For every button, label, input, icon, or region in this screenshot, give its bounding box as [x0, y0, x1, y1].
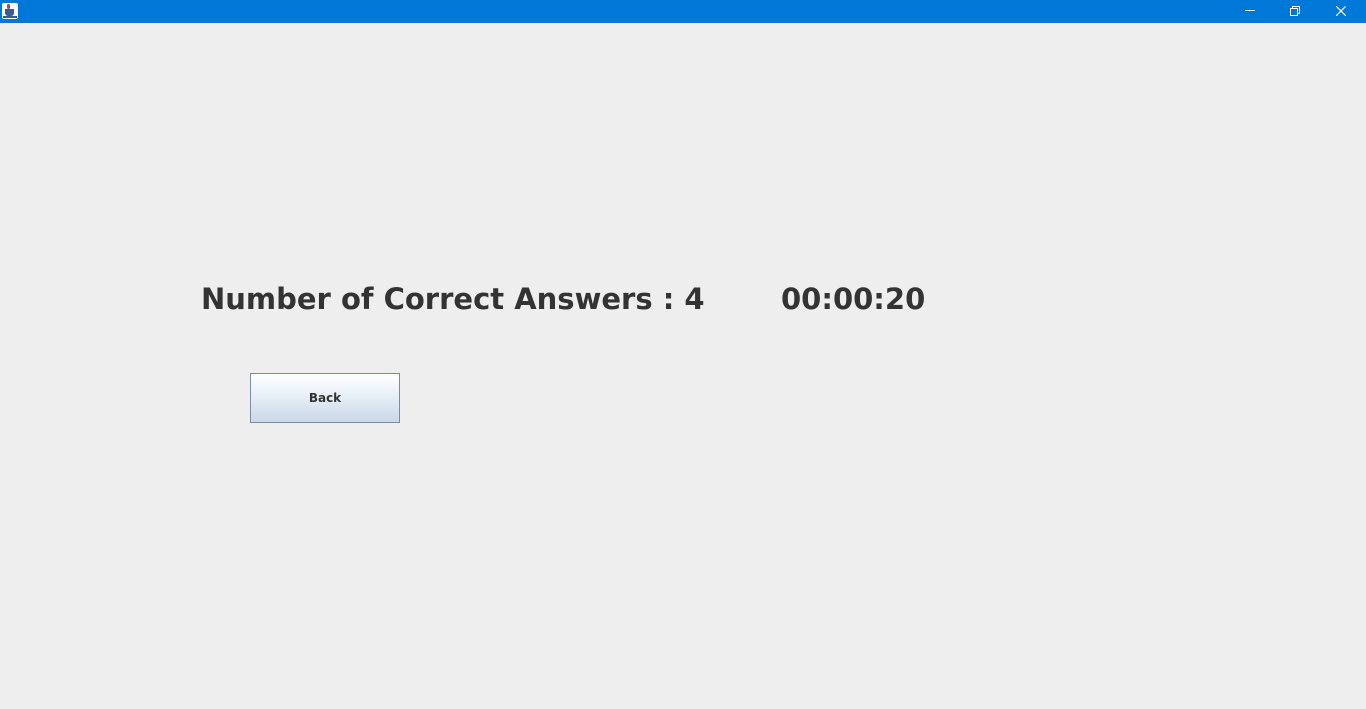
minimize-button[interactable] — [1227, 0, 1273, 23]
elapsed-time-label: 00:00:20 — [781, 282, 926, 316]
main-panel: Number of Correct Answers : 4 00:00:20 B… — [0, 23, 1366, 709]
window-titlebar[interactable] — [0, 0, 1366, 23]
correct-answers-label: Number of Correct Answers : 4 — [201, 282, 705, 316]
close-icon — [1336, 6, 1346, 16]
close-button[interactable] — [1318, 0, 1364, 23]
restore-icon — [1290, 6, 1300, 16]
back-button[interactable]: Back — [250, 373, 400, 423]
minimize-icon — [1245, 10, 1255, 11]
restore-button[interactable] — [1272, 0, 1318, 23]
java-coffee-cup-icon[interactable] — [2, 3, 18, 19]
